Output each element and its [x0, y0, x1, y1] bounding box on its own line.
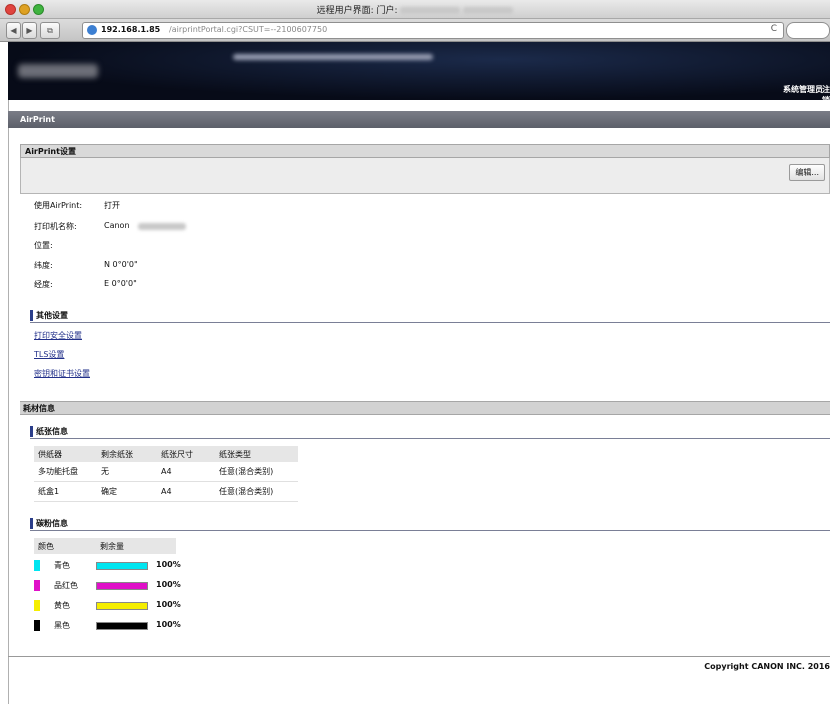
table-cell: A4: [157, 481, 215, 502]
toner-level-fill: [97, 623, 147, 629]
toner-level-bar: [96, 622, 148, 630]
window-title: 远程用户界面: 门户:: [0, 3, 830, 16]
toner-row: 青色 100%: [34, 558, 194, 576]
show-tabs-button[interactable]: ⧉: [40, 22, 60, 39]
setting-label: 使用AirPrint:: [34, 201, 83, 210]
forward-button[interactable]: ▶: [22, 22, 37, 39]
product-logo: [18, 64, 98, 78]
toner-name: 黄色: [54, 601, 70, 610]
browser-toolbar: ◀ ▶ ⧉ 192.168.1.85 /airprintPortal.cgi?C…: [0, 19, 830, 42]
column-header: 供纸器: [34, 446, 97, 462]
section-marker: [30, 310, 33, 321]
section-marker: [30, 426, 33, 437]
airprint-settings-toolbar: 编辑...: [20, 158, 830, 194]
paper-table-header: 供纸器 剩余纸张 纸张尺寸 纸张类型: [34, 446, 298, 462]
toner-level-bar: [96, 562, 148, 570]
consumables-header: 耗材信息: [20, 401, 830, 415]
toner-table-header: 颜色 剩余量: [34, 538, 176, 554]
airprint-settings-header: AirPrint设置: [20, 144, 830, 158]
column-header: 剩余纸张: [97, 446, 157, 462]
setting-value: E 0°0'0": [104, 279, 137, 288]
table-cell: 多功能托盘: [34, 462, 97, 482]
setting-label: 位置:: [34, 241, 53, 250]
toner-row: 黑色 100%: [34, 618, 194, 636]
copyright-text: Copyright CANON INC. 2016: [704, 662, 830, 671]
footer-divider: [8, 656, 830, 657]
table-cell: 确定: [97, 481, 157, 502]
tabs-icon: ⧉: [47, 26, 53, 35]
table-cell: A4: [157, 462, 215, 482]
table-cell: 任意(混合类别): [215, 481, 298, 502]
toner-level-bar: [96, 582, 148, 590]
toner-row: 品红色 100%: [34, 578, 194, 596]
browser-window: 远程用户界面: 门户: ◀ ▶ ⧉ 192.168.1.85 /airprint…: [0, 0, 830, 704]
toner-name: 青色: [54, 561, 70, 570]
other-settings-heading: 其他设置: [30, 310, 830, 323]
toner-percent: 100%: [156, 580, 181, 589]
toner-name: 黑色: [54, 621, 70, 630]
setting-label: 纬度:: [34, 261, 53, 270]
setting-value: Canon: [104, 221, 130, 230]
toner-color-swatch: [34, 580, 40, 591]
section-marker: [30, 518, 33, 529]
toner-level-fill: [97, 583, 147, 589]
table-cell: 任意(混合类别): [215, 462, 298, 482]
print-security-settings-link[interactable]: 打印安全设置: [34, 330, 82, 341]
column-header: 剩余量: [96, 538, 176, 554]
sysadmin-label: 系统管理员: [783, 85, 823, 94]
logout-link[interactable]: 注销: [822, 84, 830, 106]
globe-icon: [87, 25, 97, 35]
back-arrow-icon: ◀: [10, 26, 17, 35]
title-bar: 远程用户界面: 门户:: [0, 0, 830, 19]
back-button[interactable]: ◀: [6, 22, 21, 39]
paper-table: 供纸器 剩余纸张 纸张尺寸 纸张类型 多功能托盘 无 A4 任意(混合类别) 纸…: [34, 446, 298, 502]
tls-settings-link[interactable]: TLS设置: [34, 349, 64, 360]
paper-info-heading: 纸张信息: [30, 426, 830, 439]
key-certificate-settings-link[interactable]: 密钥和证书设置: [34, 368, 90, 379]
toner-percent: 100%: [156, 560, 181, 569]
column-header: 颜色: [34, 538, 96, 554]
setting-value: 打开: [104, 201, 120, 210]
url-path: /airprintPortal.cgi?CSUT=--2100607750: [169, 25, 328, 34]
setting-label: 经度:: [34, 280, 53, 289]
toner-name: 品红色: [54, 581, 78, 590]
table-row: 纸盒1 确定 A4 任意(混合类别): [34, 481, 298, 502]
forward-arrow-icon: ▶: [26, 26, 33, 35]
table-cell: 无: [97, 462, 157, 482]
toner-percent: 100%: [156, 620, 181, 629]
edit-button[interactable]: 编辑...: [789, 164, 825, 181]
toner-color-swatch: [34, 560, 40, 571]
toner-row: 黄色 100%: [34, 598, 194, 616]
setting-value: N 0°0'0": [104, 260, 138, 269]
toner-color-swatch: [34, 600, 40, 611]
page-left-border: [8, 100, 9, 704]
setting-label: 打印机名称:: [34, 222, 77, 231]
url-host: 192.168.1.85: [101, 25, 161, 34]
column-header: 纸张类型: [215, 446, 298, 462]
toner-percent: 100%: [156, 600, 181, 609]
toner-level-fill: [97, 563, 147, 569]
toner-level-bar: [96, 602, 148, 610]
redacted-model-name: [138, 223, 186, 230]
toner-color-swatch: [34, 620, 40, 631]
device-name-banner: [233, 54, 433, 60]
toner-info-heading: 碳粉信息: [30, 518, 830, 531]
page-banner: 系统管理员 注销: [8, 42, 830, 105]
page-title: AirPrint: [8, 111, 830, 128]
address-bar[interactable]: 192.168.1.85 /airprintPortal.cgi?CSUT=--…: [82, 22, 784, 39]
search-field[interactable]: [786, 22, 830, 39]
table-cell: 纸盒1: [34, 481, 97, 502]
table-row: 多功能托盘 无 A4 任意(混合类别): [34, 462, 298, 482]
reload-icon[interactable]: C: [771, 24, 777, 34]
column-header: 纸张尺寸: [157, 446, 215, 462]
toner-level-fill: [97, 603, 147, 609]
